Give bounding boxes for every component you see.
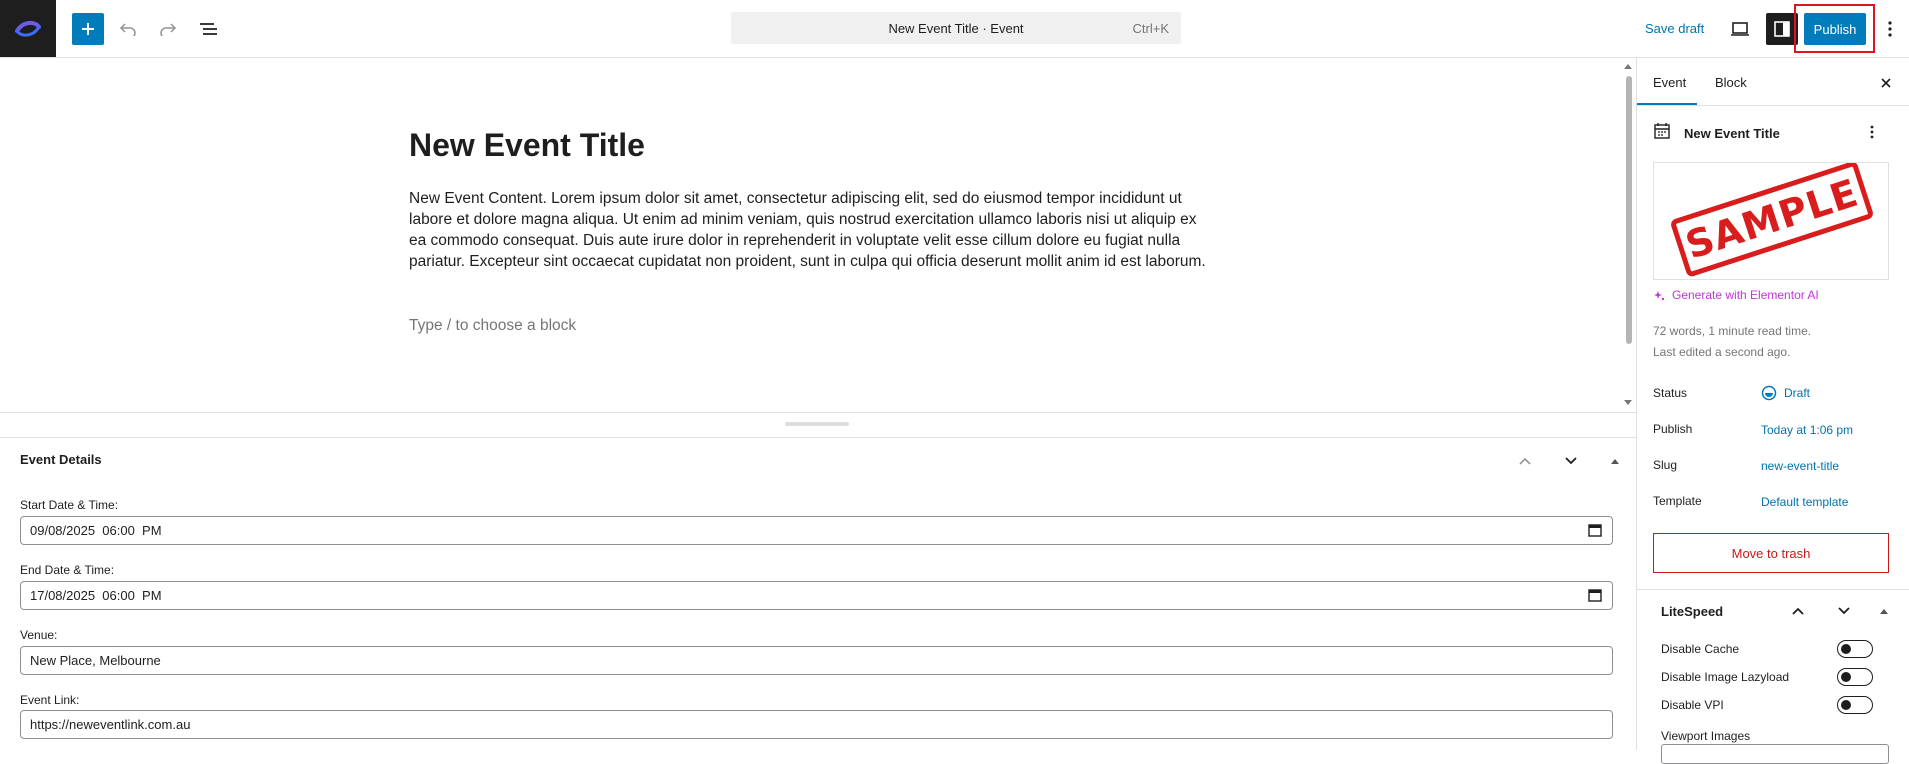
disable-vpi-toggle[interactable] (1837, 696, 1873, 714)
draft-status-icon (1761, 385, 1777, 401)
chevron-up-icon (1519, 457, 1531, 465)
disable-cache-label: Disable Cache (1661, 642, 1740, 656)
list-view-icon (200, 23, 217, 35)
toggle-knob (1841, 644, 1851, 654)
generate-ai-link[interactable]: Generate with Elementor AI (1672, 288, 1819, 302)
sparkle-icon (1654, 291, 1665, 301)
event-link-input[interactable]: https://neweventlink.com.au (20, 710, 1613, 739)
disable-vpi-label: Disable VPI (1661, 698, 1724, 712)
undo-button[interactable] (116, 17, 140, 41)
metabox-resize-handle[interactable] (0, 412, 1636, 438)
scroll-down-icon (1624, 400, 1632, 405)
disable-cache-toggle[interactable] (1837, 640, 1873, 658)
template-value[interactable]: Default template (1761, 495, 1848, 509)
end-date-input[interactable]: 17/08/2025 06:00 PM (20, 581, 1613, 610)
move-to-trash-button[interactable]: Move to trash (1653, 533, 1889, 573)
venue-input[interactable]: New Place, Melbourne (20, 646, 1613, 675)
publish-label: Publish (1653, 422, 1693, 436)
add-block-button[interactable] (72, 13, 104, 45)
event-link-value: https://neweventlink.com.au (30, 717, 191, 732)
disable-lazyload-label: Disable Image Lazyload (1661, 670, 1790, 684)
options-menu-button[interactable] (1882, 17, 1898, 41)
desktop-icon (1731, 22, 1749, 36)
end-date-label: End Date & Time: (20, 563, 115, 577)
undo-icon (119, 23, 136, 36)
status-value[interactable]: Draft (1784, 386, 1810, 400)
sample-stamp: SAMPLE (1669, 163, 1875, 278)
move-down-button[interactable] (1560, 450, 1582, 472)
redo-icon (160, 23, 177, 36)
calendar-icon[interactable] (1588, 588, 1602, 602)
start-date-value: 09/08/2025 06:00 PM (30, 523, 162, 538)
sidebar-post-title: New Event Title (1684, 126, 1780, 141)
chevron-up-icon (1792, 607, 1804, 615)
chevron-down-icon (1565, 457, 1577, 465)
event-link-label: Event Link: (20, 693, 80, 707)
toggle-knob (1841, 672, 1851, 682)
venue-value: New Place, Melbourne (30, 653, 161, 668)
triangle-up-icon (1880, 609, 1888, 614)
start-date-label: Start Date & Time: (20, 498, 119, 512)
preview-button[interactable] (1728, 17, 1752, 41)
sidebar-icon (1774, 21, 1790, 37)
litespeed-move-down-button[interactable] (1833, 600, 1855, 622)
calendar-icon (1654, 123, 1670, 139)
paragraph-block[interactable]: New Event Content. Lorem ipsum dolor sit… (409, 188, 1209, 272)
more-vertical-icon (1888, 21, 1892, 37)
viewport-images-label: Viewport Images (1661, 729, 1751, 743)
tabs-divider (1637, 105, 1909, 106)
tab-event[interactable]: Event (1653, 75, 1686, 90)
venue-label: Venue: (20, 628, 58, 642)
document-title: New Event Title · Event (888, 21, 1024, 36)
featured-image[interactable]: SAMPLE (1653, 162, 1889, 280)
close-icon (1881, 78, 1891, 88)
event-details-metabox: Event Details Start Date & Time: 09/08/2… (0, 438, 1636, 750)
chevron-down-icon (1838, 607, 1850, 615)
publish-date-value[interactable]: Today at 1:06 pm (1761, 423, 1853, 437)
calendar-icon[interactable] (1588, 523, 1602, 537)
viewport-images-input[interactable] (1661, 744, 1889, 764)
triangle-up-icon (1611, 459, 1619, 464)
close-sidebar-button[interactable] (1875, 72, 1897, 94)
end-date-value: 17/08/2025 06:00 PM (30, 588, 162, 603)
disable-lazyload-toggle[interactable] (1837, 668, 1873, 686)
canvas-scrollbar[interactable] (1623, 62, 1633, 407)
toggle-knob (1841, 700, 1851, 710)
plus-icon (82, 23, 94, 35)
last-edited: Last edited a second ago. (1653, 345, 1791, 359)
status-label: Status (1653, 386, 1688, 400)
litespeed-title: LiteSpeed (1661, 604, 1724, 619)
resize-grip[interactable] (785, 422, 849, 426)
editor-toolbar: New Event Title · Event Ctrl+K Save draf… (0, 0, 1909, 58)
template-label: Template (1653, 494, 1702, 508)
post-actions-button[interactable] (1863, 122, 1881, 142)
word-count: 72 words, 1 minute read time. (1653, 324, 1812, 338)
scroll-up-icon (1624, 64, 1632, 69)
toggle-panel-button[interactable] (1604, 450, 1626, 472)
highlight-box (1794, 4, 1875, 53)
shortcut-hint: Ctrl+K (1132, 21, 1169, 36)
slug-value[interactable]: new-event-title (1761, 459, 1839, 473)
more-vertical-icon (1870, 125, 1874, 139)
move-up-button[interactable] (1514, 450, 1536, 472)
litespeed-toggle-panel-button[interactable] (1873, 600, 1895, 622)
litespeed-divider (1637, 589, 1909, 590)
document-overview-button[interactable] (196, 17, 220, 41)
tab-block[interactable]: Block (1715, 75, 1747, 90)
scroll-thumb[interactable] (1626, 76, 1632, 344)
litespeed-move-up-button[interactable] (1787, 600, 1809, 622)
redo-button[interactable] (156, 17, 180, 41)
sample-stamp-text: SAMPLE (1680, 170, 1864, 268)
save-draft-button[interactable]: Save draft (1645, 21, 1704, 36)
slug-label: Slug (1653, 458, 1678, 472)
command-palette-bar[interactable]: New Event Title · Event Ctrl+K (731, 12, 1181, 44)
start-date-input[interactable]: 09/08/2025 06:00 PM (20, 516, 1613, 545)
block-placeholder[interactable]: Type / to choose a block (409, 317, 576, 335)
settings-sidebar: Event Block New Event Title SAMPLE Gener… (1636, 58, 1909, 764)
site-logo[interactable] (0, 0, 56, 57)
post-title[interactable]: New Event Title (409, 127, 645, 164)
swirl-logo-icon (15, 20, 41, 37)
metabox-title: Event Details (20, 452, 102, 467)
